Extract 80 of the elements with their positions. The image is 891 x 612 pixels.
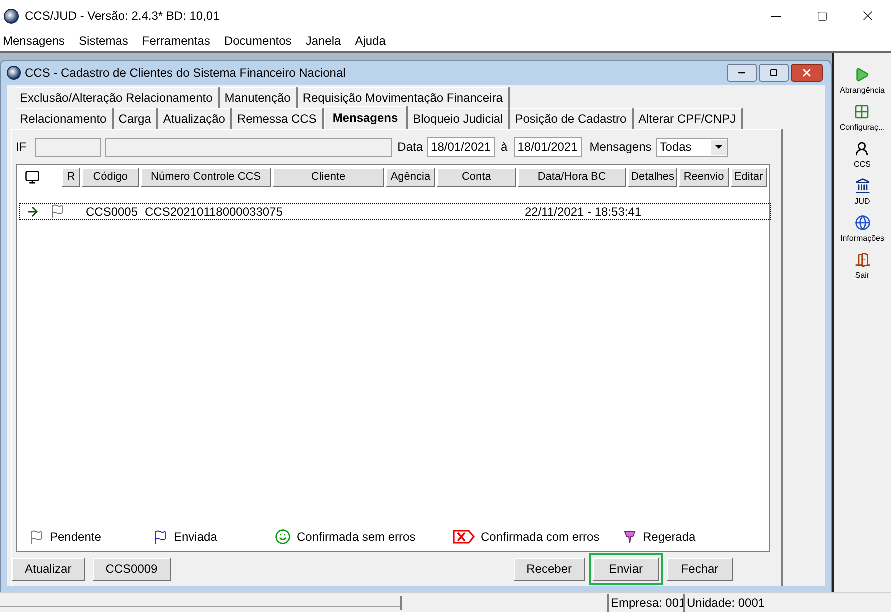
outline-flag-icon <box>50 204 65 219</box>
tab[interactable]: Remessa CCS <box>232 108 324 129</box>
action-button[interactable]: Atualizar <box>12 558 85 580</box>
column-header[interactable]: Editar <box>730 168 768 186</box>
input-field[interactable] <box>34 138 101 156</box>
action-button[interactable]: Receber <box>514 558 585 580</box>
flag-icon <box>153 530 168 544</box>
toolbar-button[interactable]: Sair <box>854 252 870 285</box>
column-header[interactable]: Data/Hora BC <box>518 168 626 186</box>
grid-icon <box>854 104 870 120</box>
table-cell-text: 22/11/2021 - 18:53:41 <box>525 204 642 220</box>
tab[interactable]: Bloqueio Judicial <box>408 108 510 129</box>
tab[interactable]: Manutenção <box>220 87 298 108</box>
legend-label: Regerada <box>643 529 696 546</box>
tab[interactable]: Atualização <box>158 108 232 129</box>
column-header[interactable]: Agência <box>386 168 436 186</box>
toolbar-button[interactable]: JUD <box>854 178 870 211</box>
legend-label: Pendente <box>50 529 102 546</box>
x-mark-icon <box>453 530 475 544</box>
date-field[interactable]: 18/01/2021 <box>514 137 582 157</box>
menu-item[interactable]: Mensagens <box>0 32 72 50</box>
play-icon <box>854 67 870 83</box>
field-label: à <box>501 139 508 156</box>
date-field[interactable]: 18/01/2021 <box>427 137 496 157</box>
maximize-icon <box>770 69 778 77</box>
menu-item[interactable]: Sistemas <box>72 32 136 50</box>
app-logo-icon <box>4 8 19 24</box>
building-icon <box>854 178 870 194</box>
smiley-icon <box>275 529 291 545</box>
maximize-button[interactable] <box>759 64 789 82</box>
tab[interactable]: Alterar CPF/CNPJ <box>634 108 743 129</box>
toolbar-button[interactable]: Abrangência <box>840 67 885 100</box>
legend-label: Confirmada sem erros <box>297 529 416 546</box>
status-text: Unidade: 0001 <box>683 594 766 612</box>
legend-label: Enviada <box>174 529 218 546</box>
app-logo-icon <box>7 66 21 80</box>
dropdown[interactable]: Todas <box>656 138 728 156</box>
computer-icon <box>25 170 40 184</box>
door-icon <box>854 252 870 268</box>
menu-item[interactable]: Janela <box>298 32 348 50</box>
action-button[interactable]: Fechar <box>667 558 733 580</box>
outline-flag-icon <box>29 530 44 544</box>
column-header[interactable]: Reenvio <box>679 168 729 186</box>
field-label: Mensagens <box>590 139 652 156</box>
table-cell-text: CCS20210118000033075 <box>145 204 284 220</box>
tab[interactable]: Relacionamento <box>15 108 114 129</box>
pin-icon <box>623 530 637 544</box>
table-cell-text: CCS0005 <box>86 204 140 220</box>
menu-item[interactable]: Documentos <box>217 32 299 50</box>
column-header[interactable]: Conta <box>437 168 516 186</box>
input-field[interactable] <box>104 138 392 156</box>
person-icon <box>854 141 870 157</box>
window-title: CCS/JUD - Versão: 2.4.3* BD: 10,01 <box>25 8 220 25</box>
toolbar-button[interactable]: CCS <box>854 141 871 174</box>
action-button[interactable]: CCS0009 <box>92 558 171 580</box>
toolbar-button[interactable]: Configuraç... <box>840 104 886 137</box>
tab[interactable]: Requisição Movimentação Financeira <box>298 87 510 108</box>
globe-icon <box>854 215 870 231</box>
menu-item[interactable]: Ajuda <box>348 32 393 50</box>
tab[interactable]: Posição de Cadastro <box>510 108 634 129</box>
field-label: Data <box>398 139 424 156</box>
tab[interactable]: Exclusão/Alteração Relacionamento <box>15 87 220 108</box>
table-row[interactable]: CCS0005 CCS20210118000033075 22/11/2021 - 18:53:41 <box>19 203 771 220</box>
field-label: IF <box>16 139 27 156</box>
tab[interactable]: Mensagens <box>324 106 408 129</box>
menu-item[interactable]: Ferramentas <box>135 32 218 50</box>
column-header[interactable]: R <box>62 168 80 186</box>
tab[interactable]: Carga <box>114 108 158 129</box>
status-text: Empresa: 001 <box>607 594 683 612</box>
legend-label: Confirmada com erros <box>481 529 600 546</box>
window-title: CCS - Cadastro de Clientes do Sistema Financeiro Nacional <box>25 65 346 82</box>
close-button[interactable] <box>791 64 823 82</box>
column-header[interactable]: Cliente <box>272 168 384 186</box>
maximize-icon <box>816 10 828 22</box>
column-header[interactable]: Código <box>82 168 140 186</box>
toolbar-button[interactable]: Informações <box>840 215 885 248</box>
close-icon <box>801 67 813 79</box>
column-header[interactable]: Número Controle CCS <box>141 168 271 186</box>
column-header[interactable]: Detalhes <box>628 168 678 186</box>
action-button[interactable]: Enviar <box>593 558 659 580</box>
